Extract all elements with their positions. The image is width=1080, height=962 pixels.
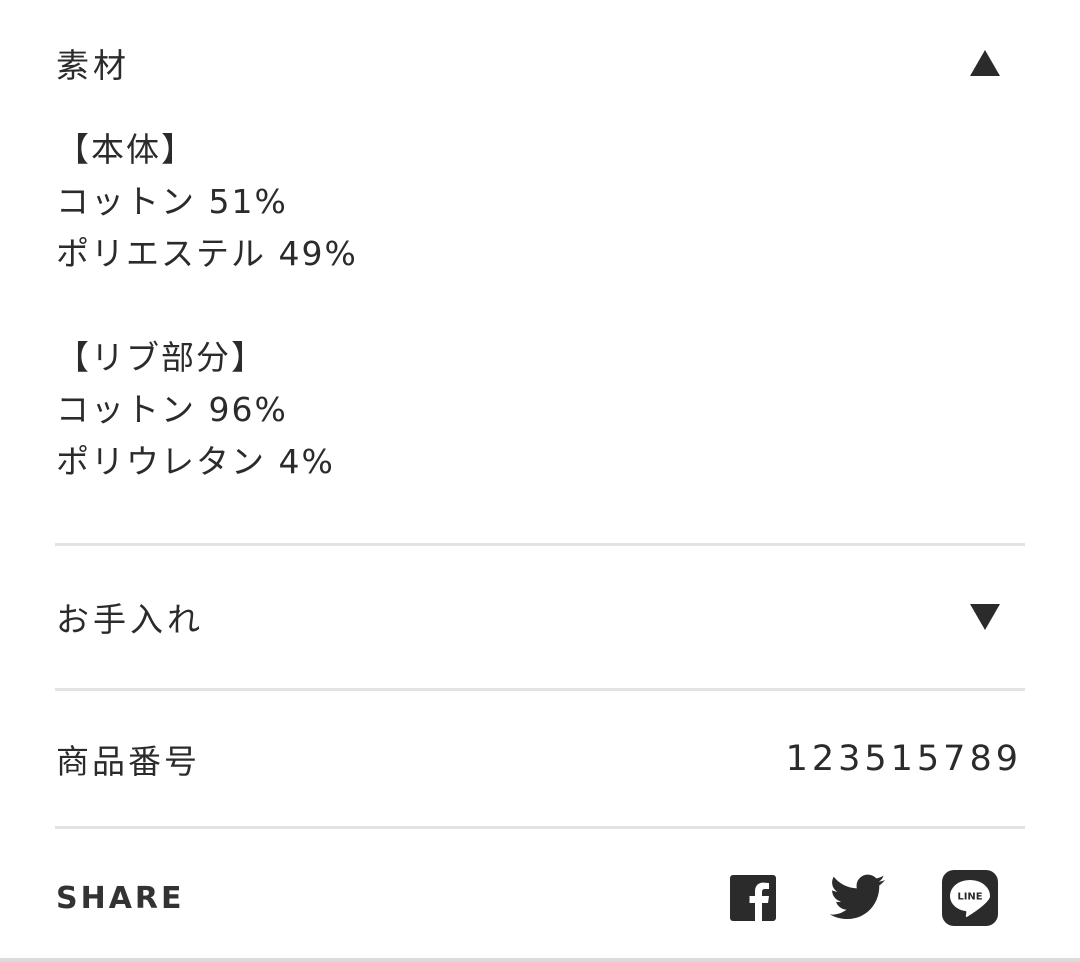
material-line: コットン 51% <box>56 182 288 221</box>
share-row: SHARE LINE <box>56 868 1024 928</box>
twitter-icon[interactable] <box>830 873 886 923</box>
material-line: コットン 96% <box>56 390 288 429</box>
product-number-row: 商品番号 123515789 <box>56 734 1024 784</box>
divider <box>55 688 1025 691</box>
share-label: SHARE <box>56 880 185 916</box>
expand-caret-icon[interactable] <box>970 604 1000 630</box>
facebook-icon[interactable] <box>730 875 776 921</box>
care-accordion-header[interactable]: お手入れ <box>56 594 1024 640</box>
material-title: 素材 <box>56 46 130 85</box>
material-line: 【本体】 <box>56 130 196 169</box>
material-line: ポリエステル 49% <box>56 234 358 273</box>
material-line-blank <box>56 280 358 332</box>
material-accordion-header[interactable]: 素材 <box>56 40 1024 86</box>
material-line: 【リブ部分】 <box>56 338 266 377</box>
care-title: お手入れ <box>56 600 204 639</box>
product-number-label: 商品番号 <box>56 742 200 781</box>
collapse-caret-icon[interactable] <box>970 50 1000 76</box>
material-content: 【本体】 コットン 51% ポリエステル 49% 【リブ部分】 コットン 96%… <box>56 124 358 488</box>
line-icon-text: LINE <box>957 892 982 903</box>
product-number-value: 123515789 <box>785 739 1022 779</box>
divider <box>55 543 1025 546</box>
share-icons: LINE <box>730 870 998 926</box>
divider <box>55 826 1025 829</box>
line-icon[interactable]: LINE <box>942 870 998 926</box>
material-line: ポリウレタン 4% <box>56 442 335 481</box>
bottom-edge <box>0 958 1080 962</box>
